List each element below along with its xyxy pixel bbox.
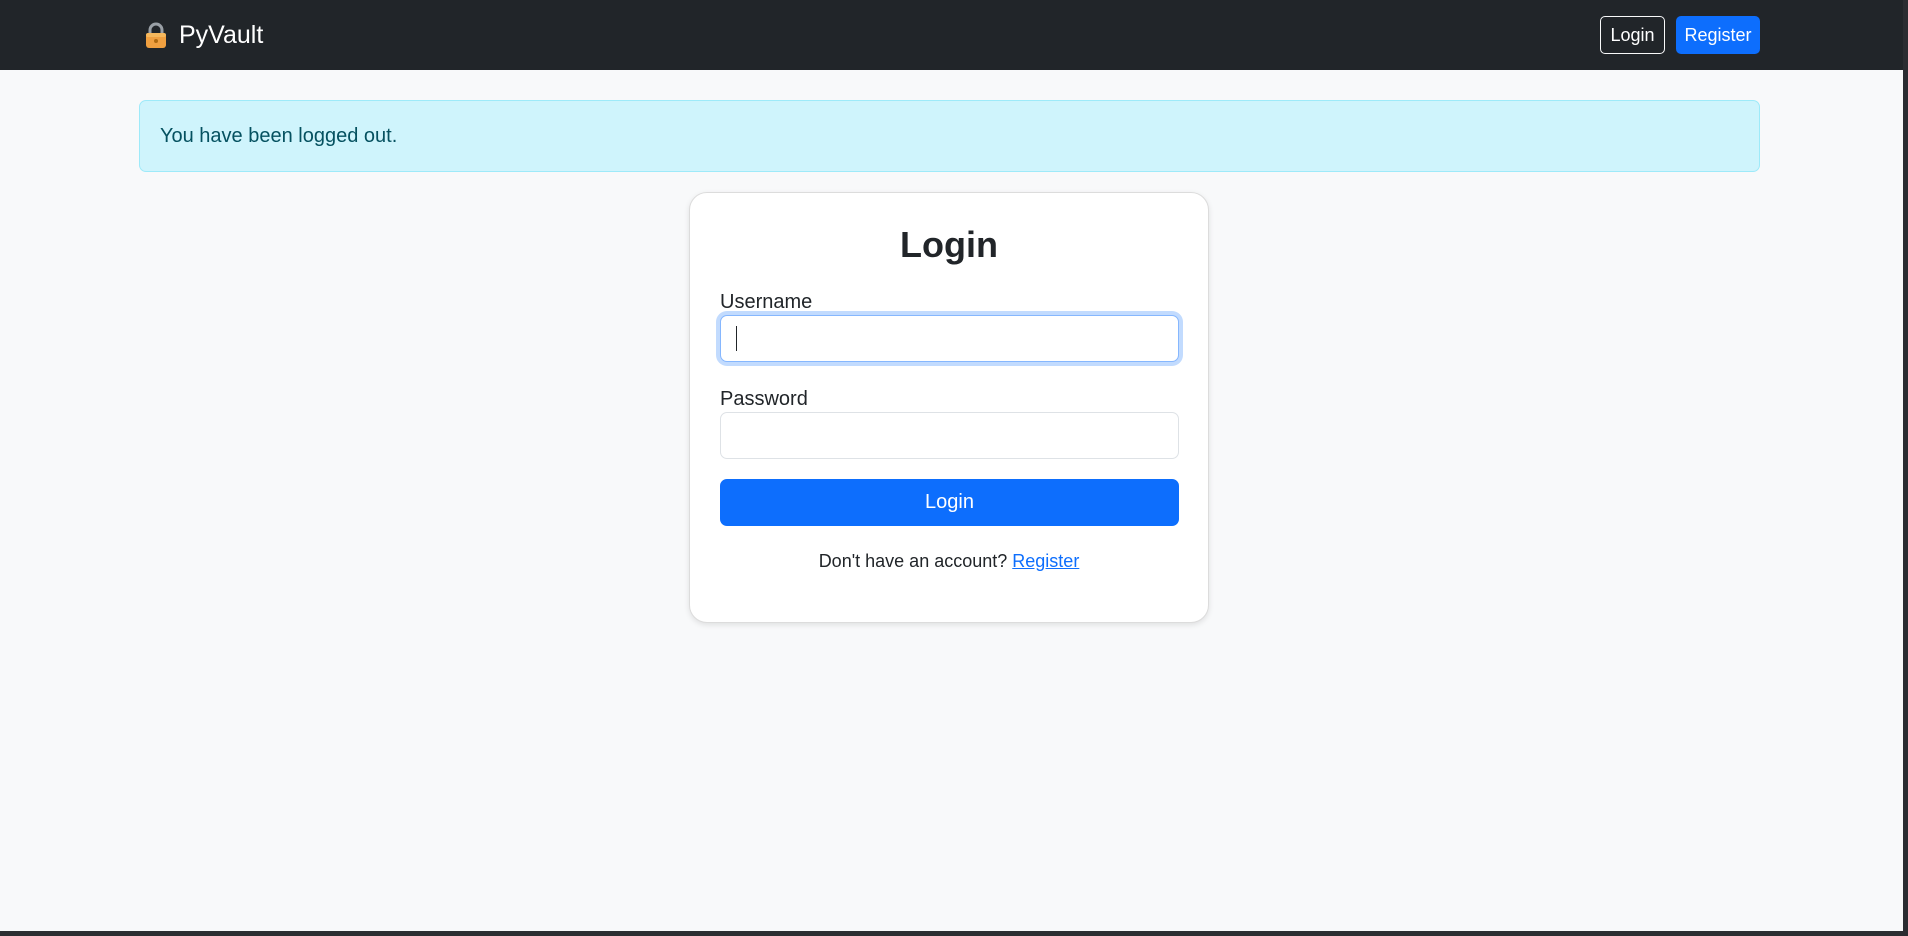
login-card: Login Username Password Login Don't have…: [689, 192, 1209, 623]
text-cursor: [736, 326, 737, 351]
register-prompt-text: Don't have an account?: [818, 551, 1008, 571]
nav-register-button[interactable]: Register: [1676, 16, 1760, 54]
lock-icon: [145, 21, 167, 49]
login-submit-button[interactable]: Login: [720, 479, 1179, 526]
register-link[interactable]: Register: [1012, 551, 1079, 571]
username-label: Username: [720, 291, 813, 313]
logout-alert: You have been logged out.: [139, 100, 1760, 172]
brand-link[interactable]: PyVault: [145, 18, 263, 52]
browser-viewport: PyVault Login Register You have been log…: [0, 0, 1903, 931]
register-prompt-row: Don't have an account? Register: [690, 549, 1208, 573]
top-navbar: PyVault Login Register: [0, 0, 1903, 70]
brand-name: PyVault: [179, 21, 264, 49]
login-title: Login: [900, 224, 998, 265]
username-input[interactable]: [720, 315, 1179, 362]
alert-message: You have been logged out.: [160, 125, 398, 147]
password-input[interactable]: [720, 412, 1179, 459]
password-label: Password: [720, 388, 808, 410]
nav-login-button[interactable]: Login: [1600, 16, 1665, 54]
